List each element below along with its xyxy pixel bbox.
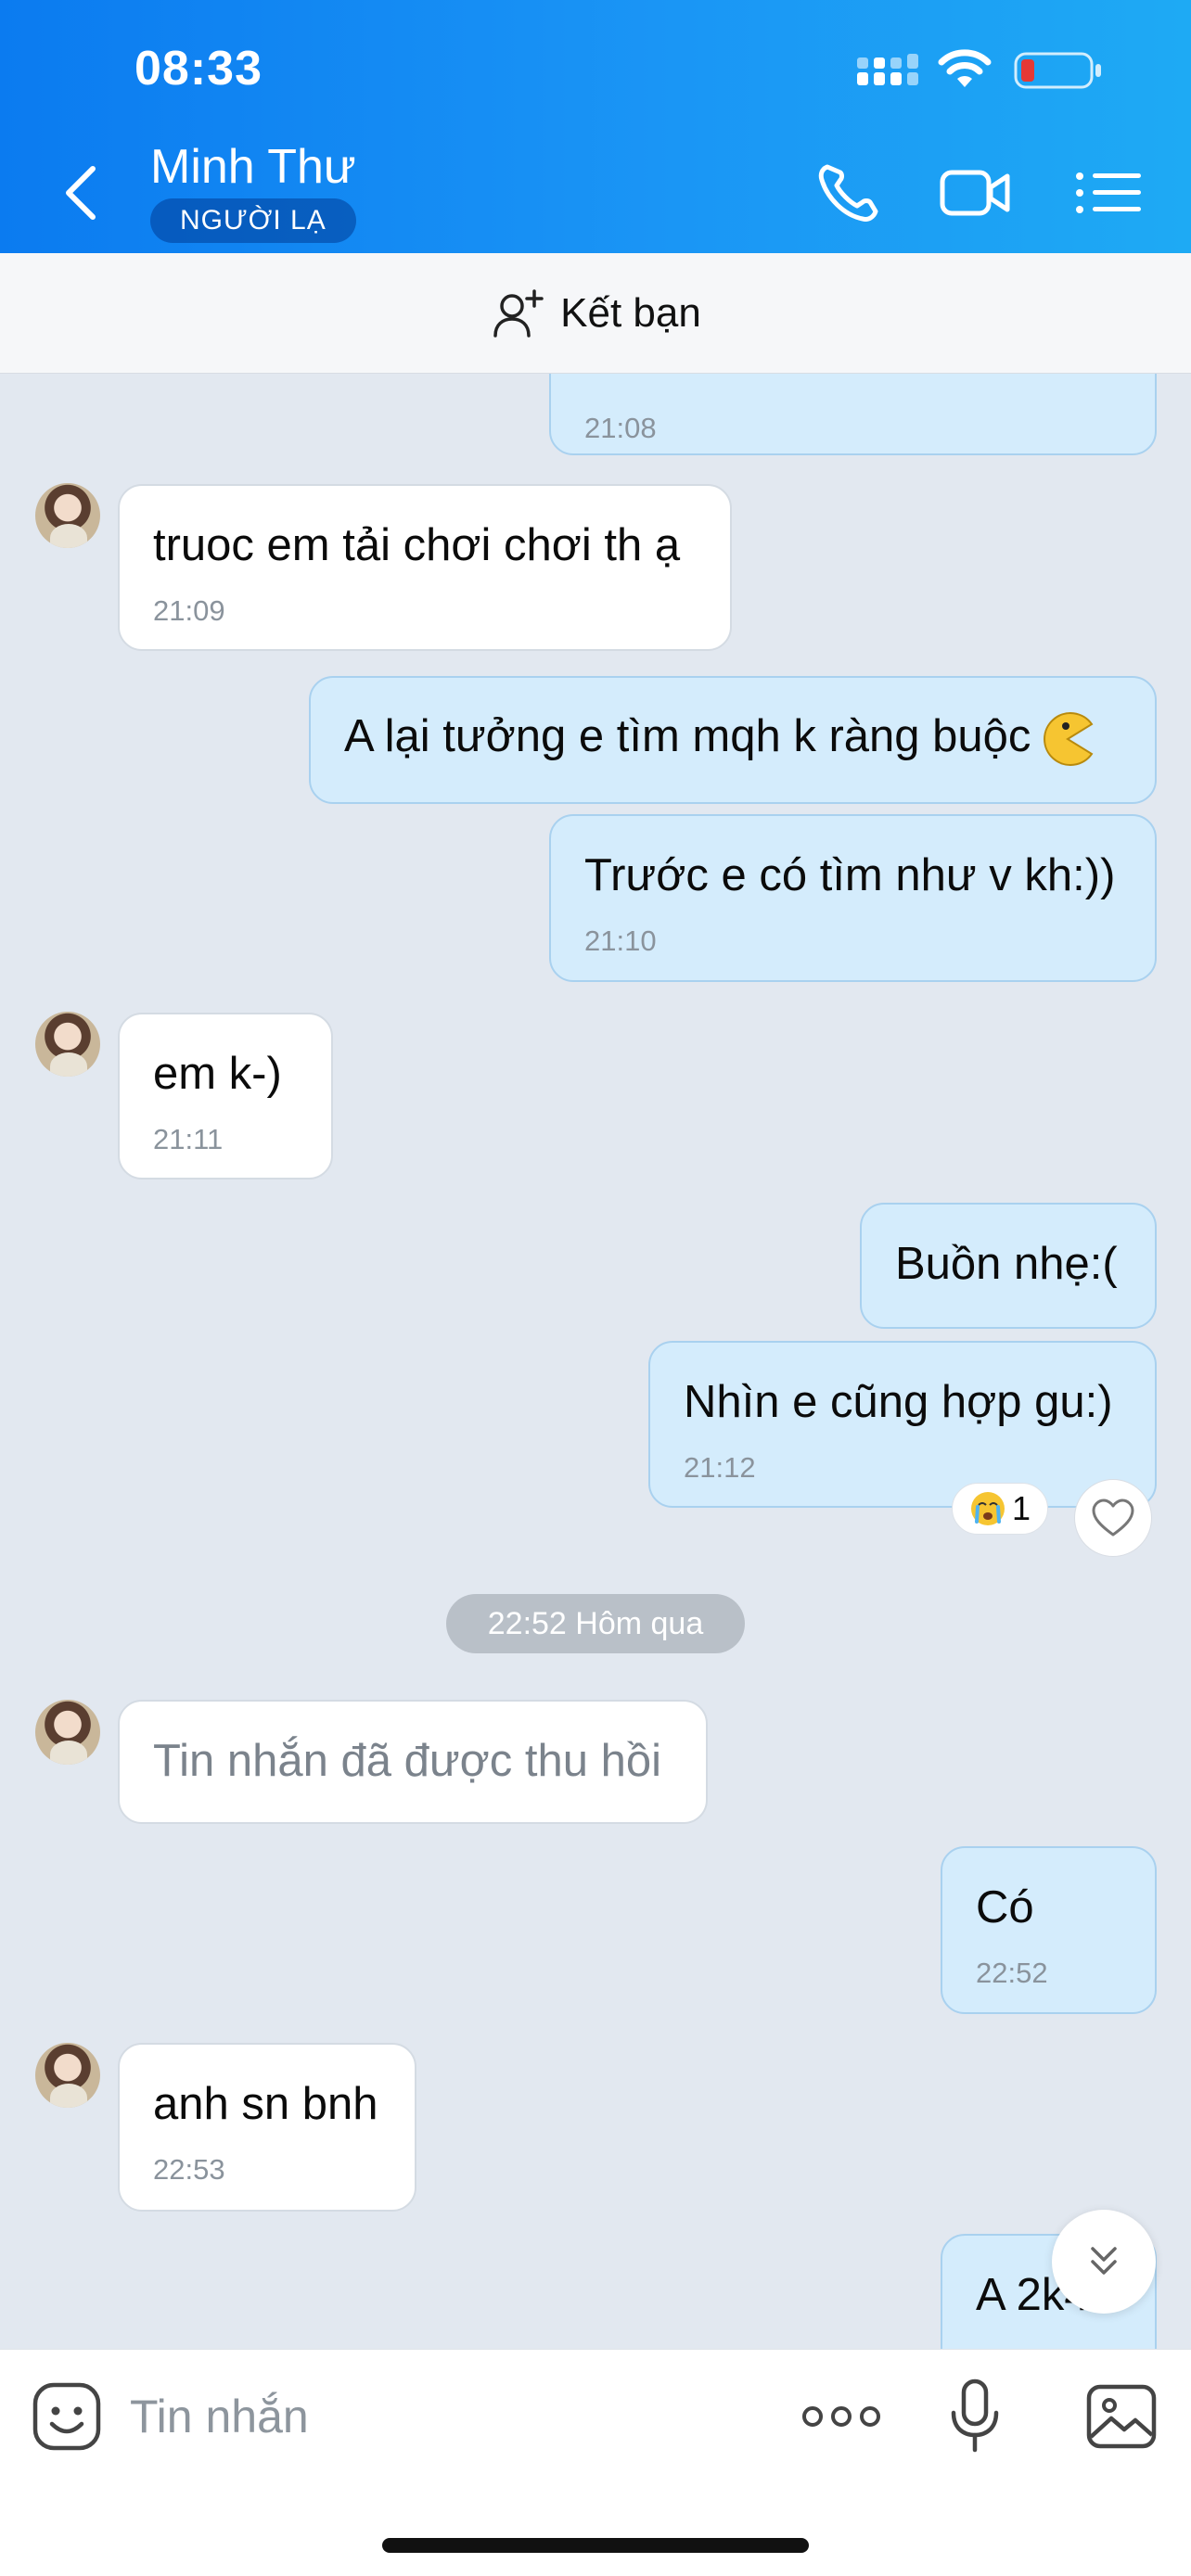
message-time: 21:12	[684, 1450, 756, 1484]
message-text: A lại tưởng e tìm mqh k ràng buộc	[344, 711, 1121, 767]
message-text: Trước e có tìm như v kh:))	[584, 850, 1116, 900]
message-bubble-outgoing[interactable]: A lại tưởng e tìm mqh k ràng buộc	[309, 676, 1157, 804]
message-text: Tin nhắn đã được thu hồi	[153, 1736, 662, 1786]
phone-call-button[interactable]	[813, 159, 887, 226]
double-chevron-down-icon	[1091, 2247, 1117, 2275]
message-bubble-outgoing[interactable]: Có 22:52	[941, 1846, 1157, 2014]
contact-avatar[interactable]	[35, 1700, 100, 1765]
message-bubble-incoming[interactable]: anh sn bnh 22:53	[118, 2043, 416, 2212]
message-time: 22:52	[976, 1956, 1048, 1989]
message-bubble-incoming[interactable]: em k-) 21:11	[118, 1013, 333, 1180]
message-composer	[0, 2349, 1191, 2576]
crying-emoji-icon	[970, 1492, 1005, 1525]
message-time: 22:53	[153, 2152, 225, 2186]
like-heart-button[interactable]	[1074, 1479, 1152, 1557]
contact-avatar[interactable]	[35, 1012, 100, 1077]
scroll-to-bottom-button[interactable]	[1052, 2210, 1156, 2314]
message-time: 21:08	[584, 412, 657, 444]
message-time: 21:11	[153, 1122, 224, 1155]
list-menu-button[interactable]	[1072, 159, 1146, 226]
message-input[interactable]	[130, 2378, 761, 2455]
add-friend-label: Kết bạn	[560, 289, 701, 336]
message-text: Buồn nhẹ:(	[895, 1239, 1118, 1289]
message-text: Có	[976, 1882, 1034, 1932]
message-text: truoc em tải chơi chơi th ạ	[153, 520, 681, 570]
image-icon[interactable]	[1085, 2383, 1158, 2450]
date-separator: 22:52 Hôm qua	[446, 1594, 745, 1653]
add-user-icon	[493, 288, 544, 338]
pacman-emoji-icon	[1044, 712, 1094, 766]
message-bubble-outgoing[interactable]: Buồn nhẹ:(	[860, 1203, 1157, 1329]
message-bubble-outgoing[interactable]: 21:08	[549, 374, 1157, 455]
reaction-badge[interactable]: 1	[952, 1483, 1048, 1535]
message-time: 21:09	[153, 593, 225, 627]
add-friend-button[interactable]: Kết bạn	[0, 253, 1191, 374]
sticker-smile-icon[interactable]	[32, 2381, 102, 2452]
message-bubble-recalled[interactable]: Tin nhắn đã được thu hồi	[118, 1700, 708, 1824]
heart-icon	[1092, 1498, 1134, 1537]
message-text: Nhìn e cũng hợp gu:)	[684, 1377, 1113, 1427]
microphone-icon[interactable]	[948, 2378, 1002, 2455]
reaction-count: 1	[1011, 1489, 1031, 1527]
wifi-icon	[938, 49, 992, 87]
message-time: 21:10	[584, 924, 657, 957]
contact-avatar[interactable]	[35, 483, 100, 548]
battery-low-icon	[1014, 52, 1101, 89]
contact-name[interactable]: Minh Thư	[150, 139, 356, 195]
stranger-badge: NGƯỜI LẠ	[150, 198, 356, 243]
contact-avatar[interactable]	[35, 2043, 100, 2108]
message-text: em k-)	[153, 1049, 282, 1099]
video-call-button[interactable]	[939, 159, 1013, 226]
chat-header: 08:33 Minh Thư NGƯỜI LẠ	[0, 0, 1191, 253]
message-bubble-outgoing[interactable]: Trước e có tìm như v kh:)) 21:10	[549, 814, 1157, 982]
message-bubble-outgoing[interactable]: Nhìn e cũng hợp gu:) 21:12	[648, 1341, 1157, 1508]
message-text: anh sn bnh	[153, 2079, 378, 2129]
home-indicator	[382, 2538, 809, 2553]
status-time: 08:33	[134, 42, 263, 96]
chat-messages[interactable]: 21:08 truoc em tải chơi chơi th ạ 21:09 …	[0, 374, 1191, 2349]
more-dots-icon[interactable]	[800, 2391, 883, 2442]
message-bubble-incoming[interactable]: truoc em tải chơi chơi th ạ 21:09	[118, 484, 732, 651]
cellular-signal-icon	[857, 54, 918, 85]
back-button[interactable]	[56, 158, 111, 228]
